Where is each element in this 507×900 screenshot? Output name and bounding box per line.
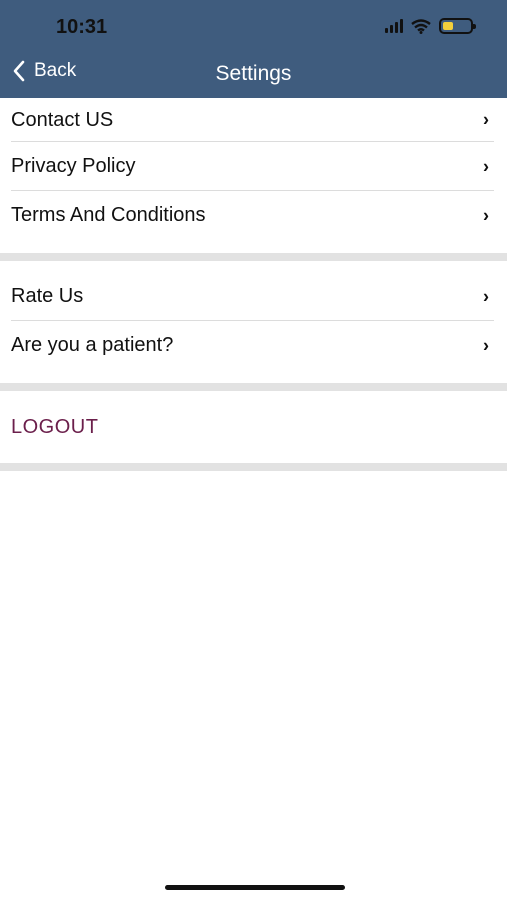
settings-item-label: Terms And Conditions xyxy=(11,204,206,226)
chevron-right-icon: › xyxy=(483,156,489,176)
nav-header: 10:31 Back Settings xyxy=(0,0,507,98)
status-time: 10:31 xyxy=(56,16,108,38)
settings-item-rate-us[interactable]: Rate Us › xyxy=(0,272,507,321)
wifi-icon xyxy=(411,18,431,34)
page-title: Settings xyxy=(215,62,292,85)
chevron-right-icon: › xyxy=(483,205,489,225)
battery-icon xyxy=(439,18,476,34)
settings-item-label: Are you a patient? xyxy=(11,334,174,356)
settings-item-privacy-policy[interactable]: Privacy Policy › xyxy=(0,142,507,191)
settings-item-terms-and-conditions[interactable]: Terms And Conditions › xyxy=(0,191,507,240)
settings-list: Contact US › Privacy Policy › Terms And … xyxy=(0,98,507,471)
chevron-right-icon: › xyxy=(483,109,489,130)
status-icons xyxy=(385,18,476,34)
chevron-right-icon: › xyxy=(483,286,489,306)
chevron-right-icon: › xyxy=(483,335,489,355)
settings-item-label: Privacy Policy xyxy=(11,155,136,177)
section-divider xyxy=(0,463,507,471)
settings-item-label: Contact US xyxy=(11,108,114,131)
signal-icon xyxy=(385,19,403,33)
section-divider xyxy=(0,253,507,261)
logout-button[interactable]: LOGOUT xyxy=(0,391,507,463)
settings-item-contact-us[interactable]: Contact US › xyxy=(0,98,507,142)
settings-item-label: Rate Us xyxy=(11,285,84,307)
home-indicator xyxy=(165,885,345,890)
settings-item-are-you-a-patient[interactable]: Are you a patient? › xyxy=(0,321,507,370)
section-divider xyxy=(0,383,507,391)
